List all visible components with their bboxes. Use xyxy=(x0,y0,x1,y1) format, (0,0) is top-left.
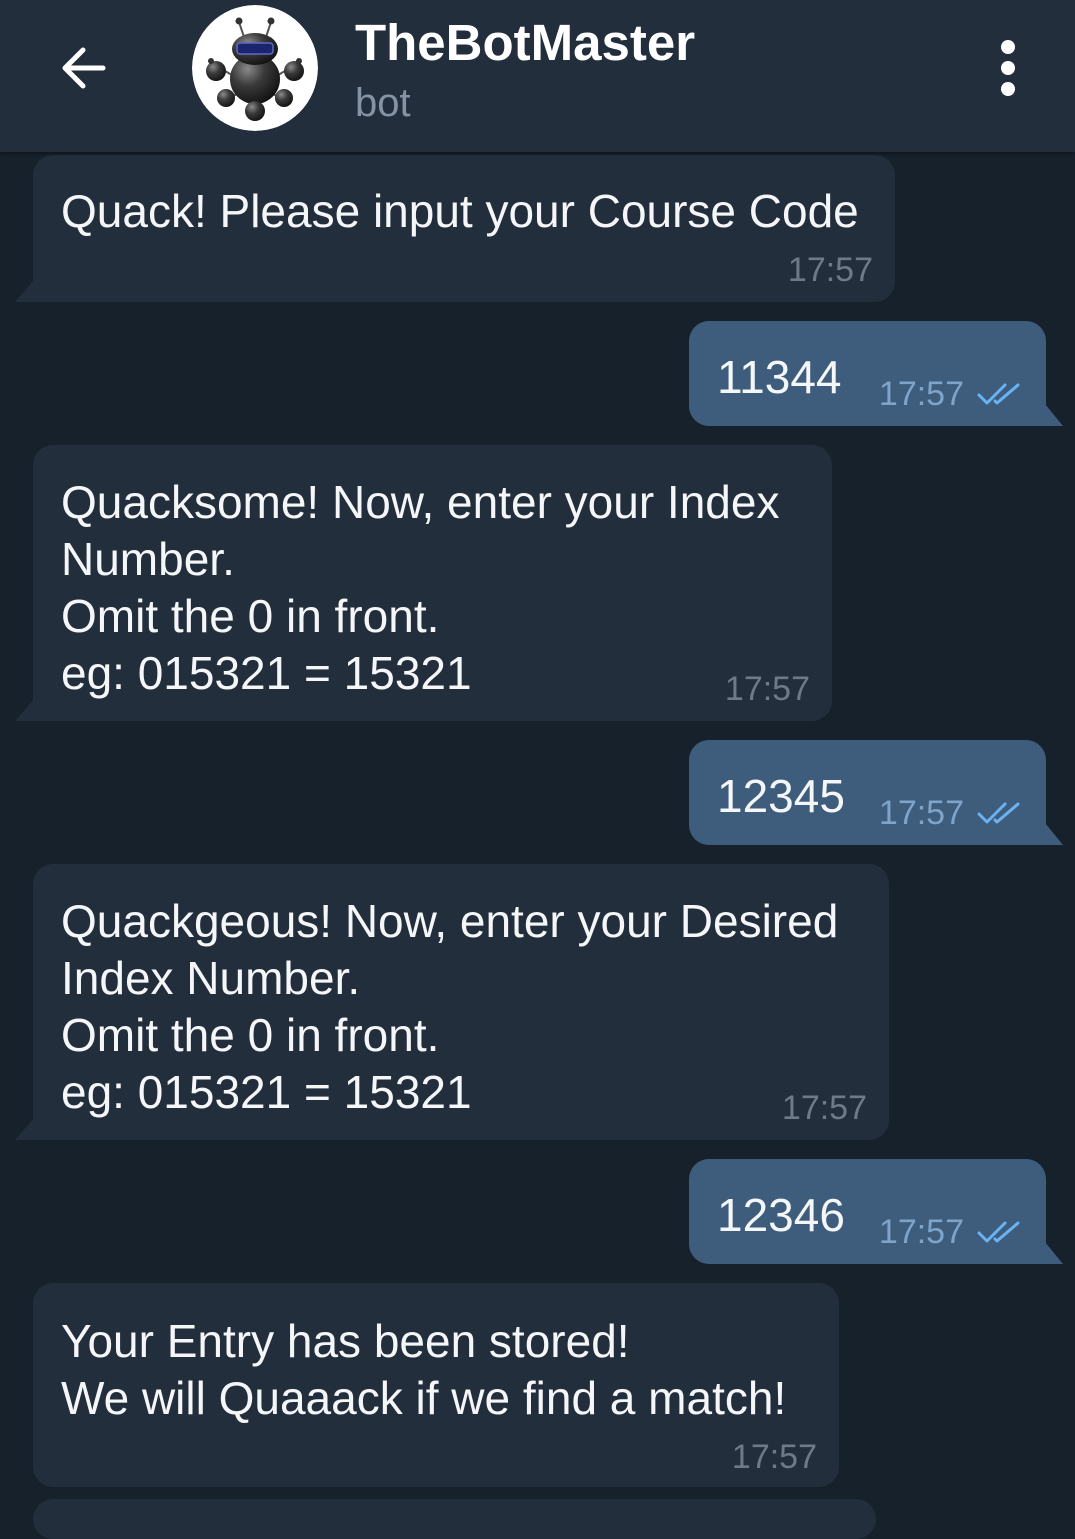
chat-info[interactable]: TheBotMaster bot xyxy=(355,0,915,140)
message-line: Omit the 0 in front. xyxy=(61,590,440,642)
chat-header: TheBotMaster bot xyxy=(0,0,1075,152)
more-vertical-icon xyxy=(1001,40,1015,96)
message-line: 11344 xyxy=(717,351,842,403)
outgoing-message[interactable]: 12345 17:57 xyxy=(689,740,1046,845)
avatar[interactable] xyxy=(192,5,318,131)
message-line: Your Entry has been stored! xyxy=(61,1315,630,1367)
message-meta: 17:57 xyxy=(879,796,1024,830)
message-line: Index Number. xyxy=(61,952,361,1004)
incoming-message[interactable]: Quacksome! Now, enter your Index Number.… xyxy=(33,445,832,721)
message-text: Quack! Please input your Course Code xyxy=(61,183,859,240)
incoming-message[interactable]: Quackgeous! Now, enter your Desired Inde… xyxy=(33,864,889,1140)
message-line: Quacksome! Now, enter your Index xyxy=(61,476,780,528)
message-line: 12346 xyxy=(717,1189,845,1241)
message-line: Omit the 0 in front. xyxy=(61,1009,440,1061)
outgoing-message[interactable]: 11344 17:57 xyxy=(689,321,1046,426)
message-text: 12346 xyxy=(717,1187,845,1244)
message-time: 17:57 xyxy=(878,1213,964,1251)
message-line: eg: 015321 = 15321 xyxy=(61,647,472,699)
message-text: Quackgeous! Now, enter your Desired Inde… xyxy=(61,893,838,1121)
back-button[interactable] xyxy=(52,36,116,100)
message-time: 17:57 xyxy=(731,1438,817,1476)
message-text: 12345 xyxy=(717,768,845,825)
double-check-icon xyxy=(977,1221,1020,1243)
menu-button[interactable] xyxy=(984,30,1032,106)
message-text: Quacksome! Now, enter your Index Number.… xyxy=(61,474,779,702)
arrow-left-icon xyxy=(62,47,106,89)
double-check-icon xyxy=(977,802,1020,824)
message-text: Your Entry has been stored! We will Quaa… xyxy=(61,1313,786,1427)
message-time: 17:57 xyxy=(878,794,964,832)
message-time: 17:57 xyxy=(724,670,810,708)
message-line: We will Quaaack if we find a match! xyxy=(61,1372,787,1424)
robot-avatar-icon xyxy=(192,5,318,131)
message-line: Number. xyxy=(61,533,235,585)
message-time: 17:57 xyxy=(787,251,873,289)
message-time: 17:57 xyxy=(781,1089,867,1127)
incoming-message[interactable]: Your Entry has been stored! We will Quaa… xyxy=(33,1283,839,1487)
double-check-icon xyxy=(977,383,1020,405)
message-time: 17:57 xyxy=(878,375,964,413)
outgoing-message[interactable]: 12346 17:57 xyxy=(689,1159,1046,1264)
message-line: eg: 015321 = 15321 xyxy=(61,1066,472,1118)
message-meta: 17:57 xyxy=(879,377,1024,411)
message-line: Quackgeous! Now, enter your Desired xyxy=(61,895,839,947)
partial-message[interactable] xyxy=(33,1499,876,1539)
message-meta: 17:57 xyxy=(879,1215,1024,1249)
message-line: 12345 xyxy=(717,770,845,822)
chat-subtitle: bot xyxy=(355,81,411,125)
chat-title: TheBotMaster xyxy=(355,14,696,71)
message-line: Quack! Please input your Course Code xyxy=(61,185,859,237)
incoming-message[interactable]: Quack! Please input your Course Code 17:… xyxy=(33,155,895,302)
message-text: 11344 xyxy=(717,349,842,406)
